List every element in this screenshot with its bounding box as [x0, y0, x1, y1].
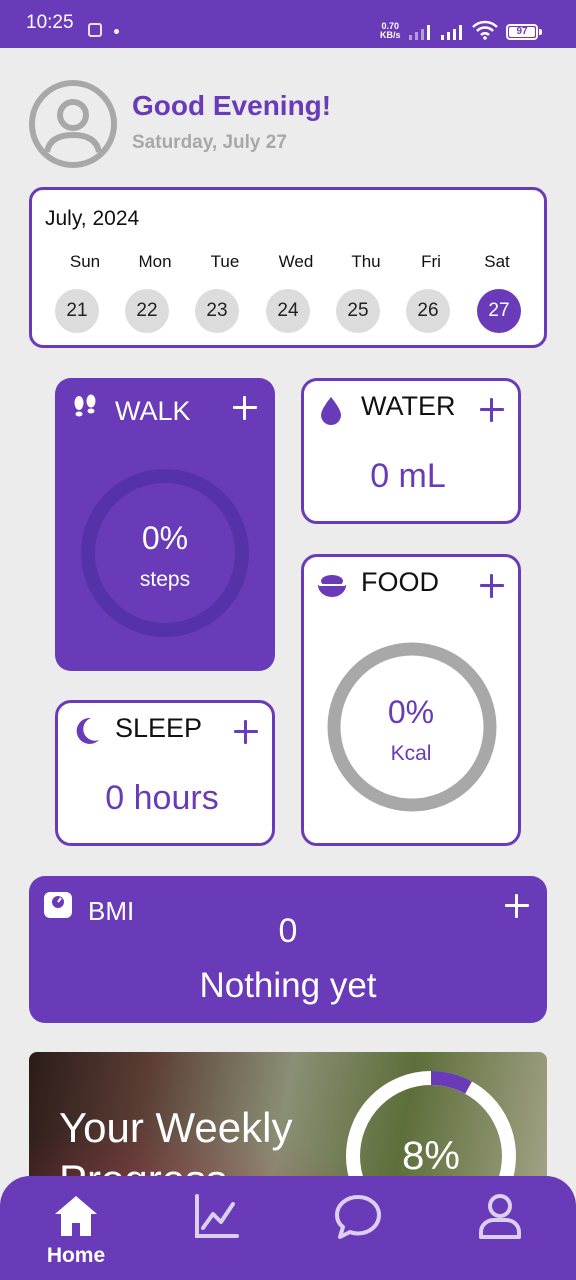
nav-home-label: Home	[46, 1244, 106, 1267]
signal-icon	[409, 25, 430, 40]
sleep-title: SLEEP	[115, 713, 203, 743]
nav-profile[interactable]	[428, 1176, 572, 1280]
nav-home[interactable]: Home	[4, 1176, 148, 1280]
calendar-date-27-selected[interactable]: 27	[477, 289, 521, 333]
signal-icon	[441, 25, 462, 40]
calendar-date-22[interactable]: 22	[125, 289, 169, 333]
calendar-date-25[interactable]: 25	[336, 289, 380, 333]
footsteps-icon	[74, 394, 96, 417]
walk-title: WALK	[115, 396, 191, 426]
calendar-day-name: Fri	[421, 252, 441, 271]
food-percent: 0%	[387, 694, 435, 730]
notification-dot-icon	[114, 29, 119, 34]
calendar-day-name: Wed	[278, 252, 314, 271]
greeting-title: Good Evening!	[132, 90, 332, 121]
bmi-status: Nothing yet	[199, 966, 377, 1005]
home-icon	[55, 1196, 97, 1236]
calendar-day-name: Sat	[484, 252, 510, 271]
bottom-navigation: Home	[0, 1176, 576, 1280]
walk-unit: steps	[139, 568, 191, 591]
calendar-day-name: Thu	[351, 252, 381, 271]
add-food-button[interactable]	[480, 574, 504, 598]
calendar-date-21[interactable]: 21	[55, 289, 99, 333]
week-calendar: July, 2024 Sun Mon Tue Wed Thu Fri Sat 2…	[29, 187, 547, 348]
walk-card[interactable]: WALK 0% steps	[55, 378, 275, 671]
chat-icon	[335, 1195, 381, 1239]
calendar-date-23[interactable]: 23	[195, 289, 239, 333]
battery-icon: 97	[506, 24, 538, 40]
nav-stats[interactable]	[145, 1176, 289, 1280]
calendar-date-26[interactable]: 26	[406, 289, 450, 333]
status-time: 10:25	[26, 12, 74, 33]
nav-chat[interactable]	[286, 1176, 430, 1280]
water-value: 0 mL	[370, 457, 446, 495]
current-date: Saturday, July 27	[132, 132, 287, 153]
bmi-card[interactable]: BMI 0 Nothing yet	[29, 876, 547, 1023]
battery-level: 97	[516, 26, 528, 37]
calendar-day-name: Mon	[138, 252, 172, 271]
chart-icon	[195, 1194, 239, 1238]
app-notification-icon	[88, 23, 102, 37]
wifi-icon	[472, 20, 498, 40]
battery-tip	[539, 29, 542, 35]
walk-percent: 0%	[141, 520, 189, 556]
water-card[interactable]: WATER 0 mL	[301, 378, 521, 524]
status-bar: 10:25 0.70 KB/s 97	[0, 0, 576, 48]
bmi-value: 0	[278, 912, 298, 950]
calendar-date-24[interactable]: 24	[266, 289, 310, 333]
network-speed-unit: KB/s	[380, 30, 401, 40]
sleep-card[interactable]: SLEEP 0 hours	[55, 700, 275, 846]
calendar-month: July, 2024	[45, 207, 140, 230]
food-title: FOOD	[361, 567, 439, 597]
water-title: WATER	[361, 391, 456, 421]
food-bowl-icon	[318, 575, 346, 597]
sleep-value: 0 hours	[105, 779, 219, 817]
food-unit: Kcal	[390, 742, 432, 765]
calendar-day-name: Tue	[210, 252, 240, 271]
add-walk-button[interactable]	[233, 396, 257, 420]
water-drop-icon	[321, 397, 341, 425]
add-water-button[interactable]	[480, 398, 504, 422]
profile-icon	[479, 1194, 521, 1239]
weekly-progress-percent: 8%	[402, 1134, 460, 1178]
avatar-icon[interactable]	[28, 79, 118, 169]
network-speed: 0.70 KB/s	[380, 22, 401, 40]
food-card[interactable]: FOOD 0% Kcal	[301, 554, 521, 846]
add-sleep-button[interactable]	[234, 720, 258, 744]
moon-icon	[76, 717, 99, 744]
calendar-day-name: Sun	[69, 252, 101, 271]
